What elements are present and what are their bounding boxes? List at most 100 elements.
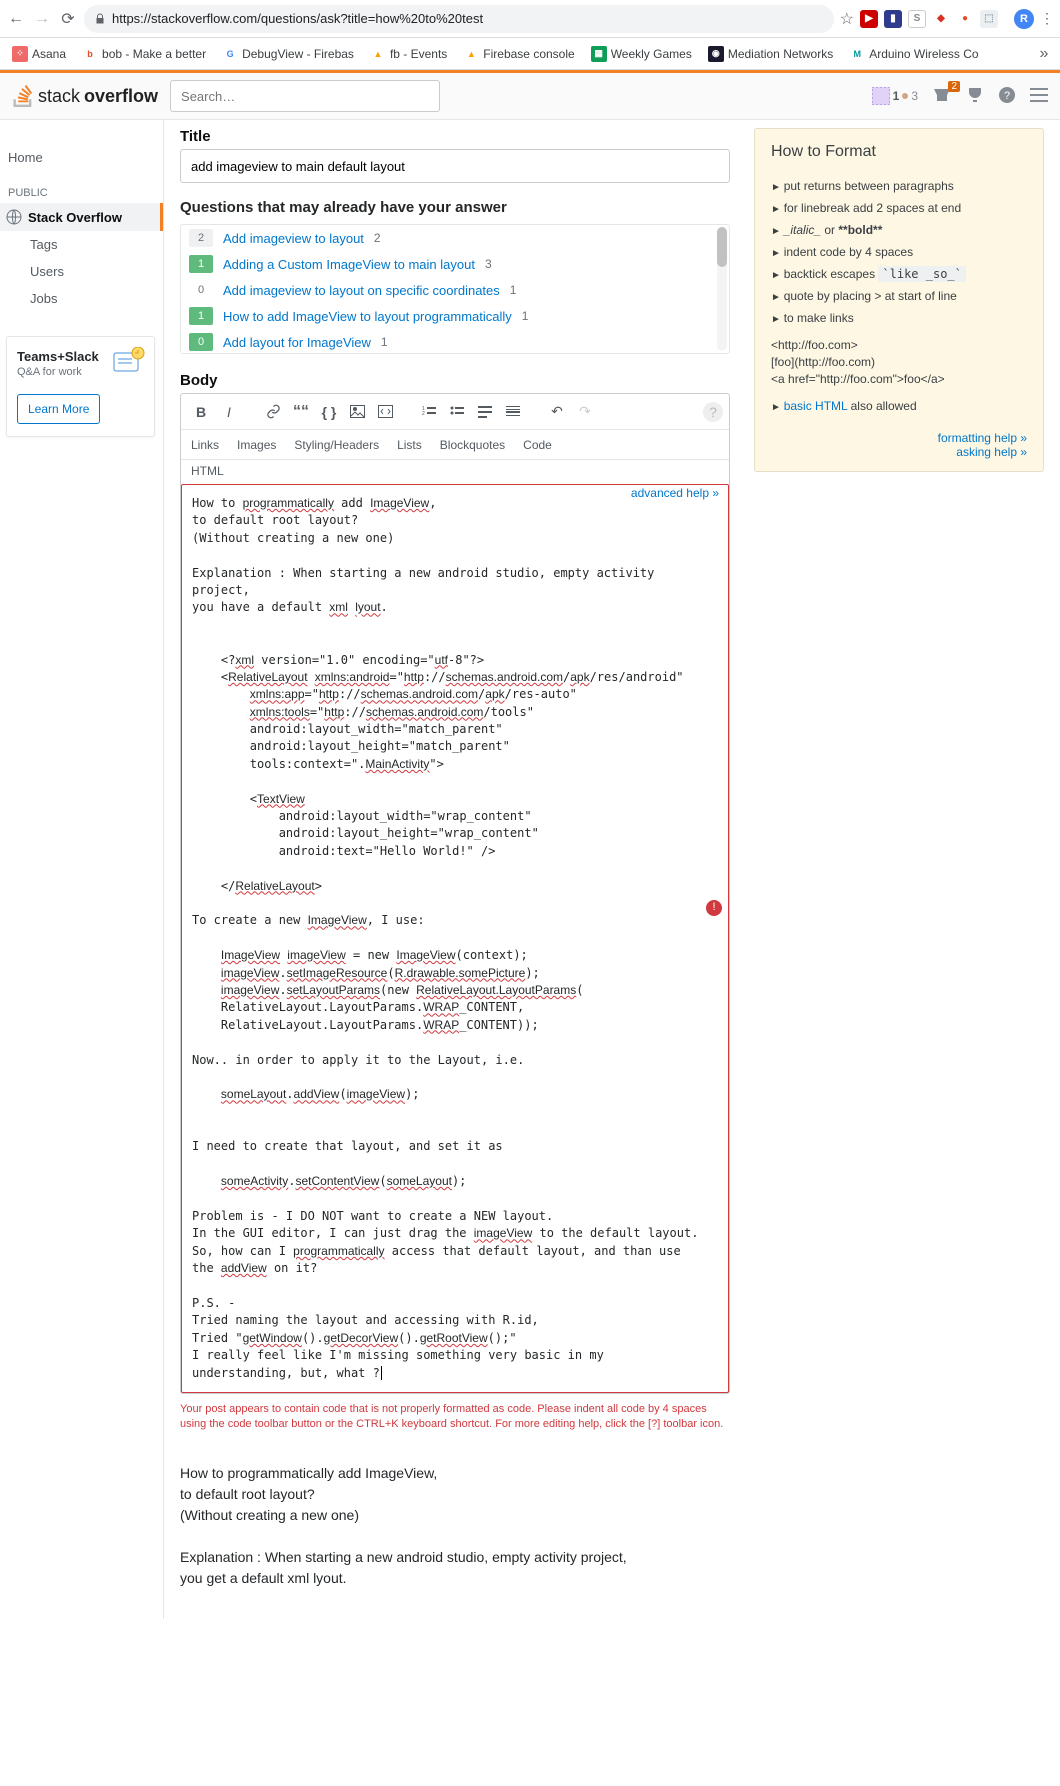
- nav-back-icon[interactable]: ←: [6, 9, 26, 29]
- bookmarks-overflow-icon[interactable]: »: [1034, 44, 1054, 64]
- asking-help-link[interactable]: asking help »: [771, 445, 1027, 459]
- link-button[interactable]: [261, 400, 285, 424]
- ulist-button[interactable]: [445, 400, 469, 424]
- nav-forward-icon[interactable]: →: [32, 9, 52, 29]
- bookmark-favicon: b: [82, 46, 98, 62]
- redo-button[interactable]: ↷: [573, 400, 597, 424]
- lock-icon: [94, 13, 106, 25]
- italic-button[interactable]: I: [217, 400, 241, 424]
- ext-6[interactable]: ⬚: [980, 10, 998, 28]
- similar-question-link[interactable]: Adding a Custom ImageView to main layout: [223, 257, 475, 272]
- nav-section-public: PUBLIC: [0, 171, 163, 203]
- bookmark-item[interactable]: GDebugView - Firebas: [216, 42, 360, 66]
- snippet-button[interactable]: [373, 400, 397, 424]
- bookmark-favicon: ◉: [708, 46, 724, 62]
- profile-avatar[interactable]: R: [1014, 9, 1034, 29]
- similar-scrollbar-thumb[interactable]: [717, 227, 727, 267]
- editor-toolbar: B I ““ { } 12 ↶: [181, 394, 729, 430]
- nav-reload-icon[interactable]: ⟳: [58, 9, 78, 29]
- formatting-help-link[interactable]: formatting help »: [771, 431, 1027, 445]
- code-button[interactable]: { }: [317, 400, 341, 424]
- user-rep-badge[interactable]: 1 3: [872, 87, 918, 105]
- svg-text:2: 2: [422, 411, 425, 417]
- bookmark-item[interactable]: ◉Mediation Networks: [702, 42, 839, 66]
- bronze-badge-icon: [902, 93, 908, 99]
- howto-item: backtick escapes `like _so_`: [771, 263, 1027, 285]
- inbox-icon[interactable]: 2: [932, 87, 952, 106]
- address-bar[interactable]: https://stackoverflow.com/questions/ask?…: [84, 5, 834, 33]
- bookmark-item[interactable]: ⁘Asana: [6, 42, 72, 66]
- editor-tab[interactable]: Code: [523, 438, 552, 452]
- title-input[interactable]: [180, 149, 730, 183]
- ext-youtube[interactable]: ▶: [860, 10, 878, 28]
- similar-question-row[interactable]: 1How to add ImageView to layout programm…: [181, 303, 729, 329]
- help-icon[interactable]: ?: [998, 86, 1016, 107]
- howto-item: indent code by 4 spaces: [771, 241, 1027, 263]
- ext-ublock[interactable]: ◆: [932, 10, 950, 28]
- site-switcher-icon[interactable]: [1030, 86, 1048, 107]
- ext-5[interactable]: ●: [956, 10, 974, 28]
- site-search-input[interactable]: [170, 80, 440, 112]
- howto-item: _italic_ or **bold**: [771, 219, 1027, 241]
- howto-link-examples: <http://foo.com> [foo](http://foo.com) <…: [771, 337, 1027, 387]
- body-textarea[interactable]: How to programmatically add ImageView, t…: [181, 484, 729, 1393]
- editor-tab[interactable]: Lists: [397, 438, 422, 452]
- error-indicator-icon: !: [706, 900, 722, 916]
- similar-question-link[interactable]: Add imageview to layout on specific coor…: [223, 283, 500, 298]
- user-card-icon: [872, 87, 890, 105]
- teams-learn-more-button[interactable]: Learn More: [17, 394, 100, 424]
- so-logo-icon: [12, 85, 34, 107]
- ext-3[interactable]: S: [908, 10, 926, 28]
- bookmark-item[interactable]: ▦Weekly Games: [585, 42, 698, 66]
- howto-item: for linebreak add 2 spaces at end: [771, 197, 1027, 219]
- how-to-format-panel: How to Format put returns between paragr…: [754, 128, 1044, 472]
- chrome-menu-icon[interactable]: ⋮: [1040, 10, 1054, 27]
- achievements-icon[interactable]: [966, 86, 984, 107]
- similar-question-row[interactable]: 0Add layout for ImageView1: [181, 329, 729, 354]
- answer-count-badge: 0: [189, 281, 213, 299]
- editor-tab[interactable]: Blockquotes: [440, 438, 505, 452]
- nav-stackoverflow[interactable]: Stack Overflow: [0, 203, 163, 231]
- similar-question-row[interactable]: 0 Add imageview to layout on specific coo…: [181, 277, 729, 303]
- url-text: https://stackoverflow.com/questions/ask?…: [112, 11, 483, 26]
- teams-illustration-icon: [112, 347, 146, 377]
- answer-count-badge: 1: [189, 255, 213, 273]
- olist-button[interactable]: 12: [417, 400, 441, 424]
- howto-item: to make links: [771, 307, 1027, 329]
- similar-question-link[interactable]: Add imageview to layout: [223, 231, 364, 246]
- bookmark-star-icon[interactable]: ☆: [840, 9, 854, 29]
- image-button[interactable]: [345, 400, 369, 424]
- editor-help-icon[interactable]: ?: [703, 402, 723, 422]
- similar-question-link[interactable]: How to add ImageView to layout programma…: [223, 309, 512, 324]
- nav-users[interactable]: Users: [0, 258, 163, 285]
- nav-tags[interactable]: Tags: [0, 231, 163, 258]
- similar-question-link[interactable]: Add layout for ImageView: [223, 335, 371, 350]
- bookmark-item[interactable]: ▲fb - Events: [364, 42, 453, 66]
- ext-2[interactable]: ▮: [884, 10, 902, 28]
- similar-question-row[interactable]: 1 Adding a Custom ImageView to main layou…: [181, 251, 729, 277]
- bookmark-favicon: G: [222, 46, 238, 62]
- body-label: Body: [180, 372, 730, 389]
- nav-home[interactable]: Home: [0, 144, 163, 171]
- heading-button[interactable]: [473, 400, 497, 424]
- bookmark-favicon: ▲: [370, 46, 386, 62]
- site-logo[interactable]: stackoverflow: [12, 85, 158, 107]
- body-preview: How to programmatically add ImageView, t…: [180, 1463, 730, 1589]
- bookmark-item[interactable]: MArduino Wireless Co: [843, 42, 984, 66]
- similar-question-row[interactable]: 2Add imageview to layout2: [181, 225, 729, 251]
- bookmark-favicon: ▲: [463, 46, 479, 62]
- nav-jobs[interactable]: Jobs: [0, 285, 163, 312]
- hr-button[interactable]: [501, 400, 525, 424]
- editor-tab[interactable]: Images: [237, 438, 276, 452]
- howto-item: put returns between paragraphs: [771, 175, 1027, 197]
- editor-tab-html[interactable]: HTML: [191, 464, 224, 478]
- editor-tab[interactable]: Styling/Headers: [294, 438, 379, 452]
- bookmark-item[interactable]: bbob - Make a better: [76, 42, 212, 66]
- undo-button[interactable]: ↶: [545, 400, 569, 424]
- similar-list: 2Add imageview to layout2 1 Adding a Custo…: [180, 224, 730, 354]
- bold-button[interactable]: B: [189, 400, 213, 424]
- quote-button[interactable]: ““: [289, 400, 313, 424]
- bookmark-item[interactable]: ▲Firebase console: [457, 42, 580, 66]
- svg-text:?: ?: [1004, 90, 1010, 102]
- editor-tab[interactable]: Links: [191, 438, 219, 452]
